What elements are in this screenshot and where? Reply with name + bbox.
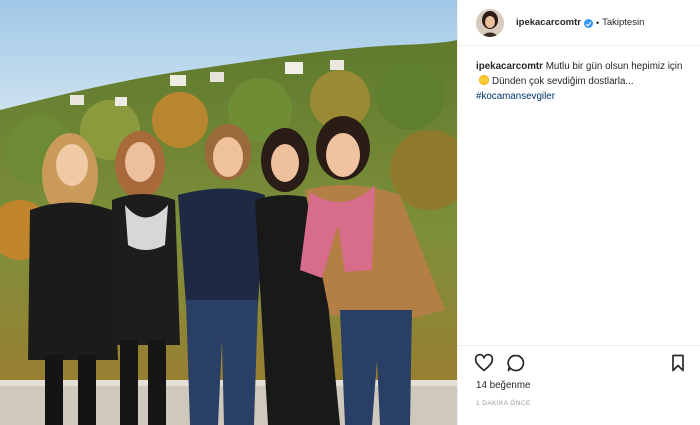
verified-badge-icon [583, 19, 593, 28]
caption-username-link[interactable]: ipekacarcomtr [476, 61, 543, 72]
comment-icon[interactable] [506, 353, 526, 373]
caption-text-part-2: Dünden çok sevdiğim dostlarla... [492, 76, 634, 87]
hashtag-link[interactable]: #kocamansevgiler [476, 89, 691, 104]
action-bar [474, 353, 689, 375]
sun-emoji-icon [479, 75, 489, 85]
post-header: ipekacarcomtr • Takiptesin [458, 0, 700, 46]
follow-status-button[interactable]: Takiptesin [602, 17, 644, 28]
post-timestamp[interactable]: 1 DAKİKA ÖNCE [476, 400, 531, 407]
caption-text-part-1: Mutlu bir gün olsun hepimiz için [545, 61, 683, 72]
avatar[interactable] [476, 8, 504, 37]
likes-count[interactable]: 14 beğenme [476, 380, 530, 391]
heart-icon[interactable] [474, 353, 494, 373]
group-photo-illustration [0, 0, 457, 425]
post-side-panel: ipekacarcomtr • Takiptesin ipekacarcomtr… [457, 0, 700, 425]
post-actions-section: 14 beğenme 1 DAKİKA ÖNCE [458, 345, 700, 425]
username-link[interactable]: ipekacarcomtr [516, 17, 581, 28]
avatar-image [476, 8, 504, 37]
bookmark-icon[interactable] [668, 353, 688, 373]
post-photo[interactable] [0, 0, 457, 425]
post-caption: ipekacarcomtr Mutlu bir gün olsun hepimi… [476, 59, 691, 104]
separator-dot: • [595, 17, 600, 28]
